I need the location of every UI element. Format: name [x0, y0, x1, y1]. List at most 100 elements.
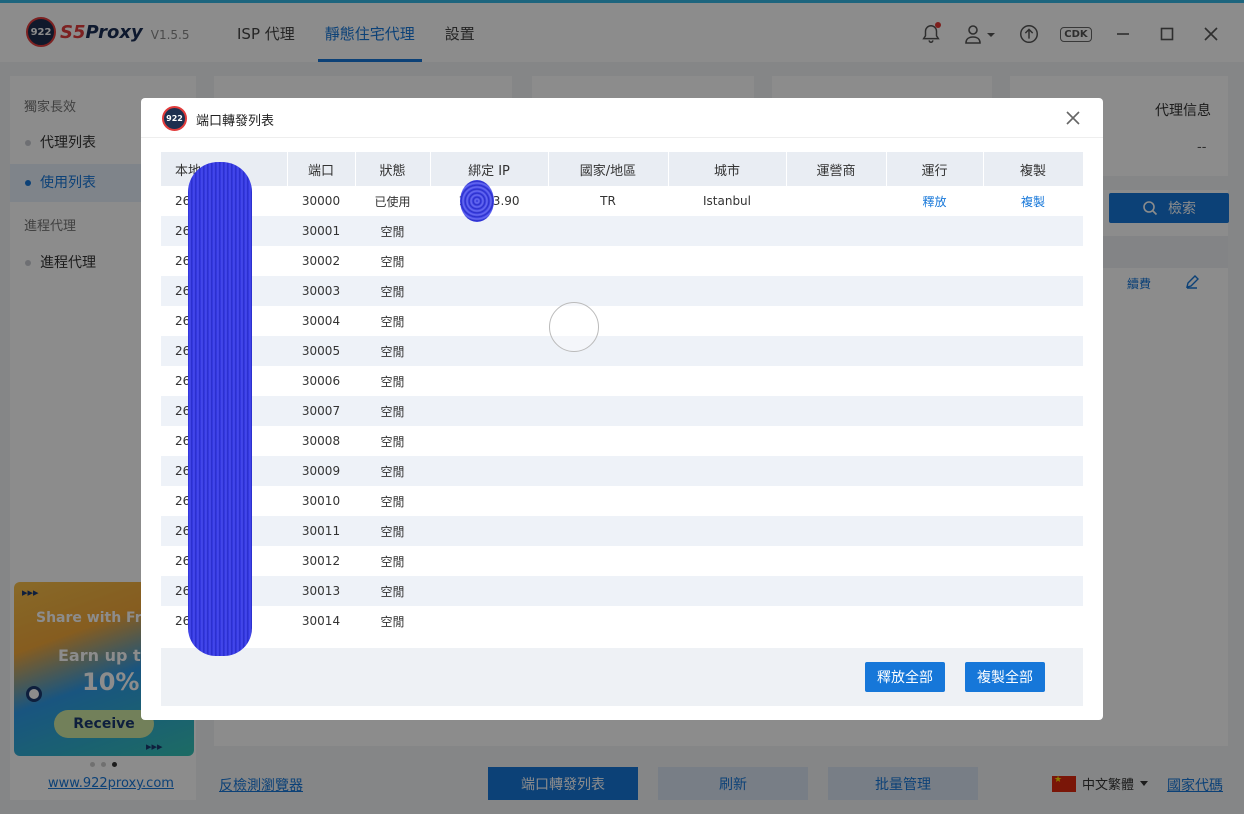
- table-row: 26 30011 空閒: [161, 516, 1083, 546]
- table-row: 26 30013 空閒: [161, 576, 1083, 606]
- cell-port-text: 30003: [301, 284, 341, 298]
- cell-port: 30014: [287, 606, 355, 636]
- table-row: 26.Static30000已使用15 183.90TRIstanbul釋放複製: [161, 186, 1083, 216]
- dialog-close-icon[interactable]: [1063, 108, 1083, 128]
- cell-action: [886, 246, 983, 276]
- cell-status-text: 空閒: [380, 224, 405, 239]
- cell-port-text: 30009: [301, 464, 341, 478]
- cell-city: [668, 456, 786, 486]
- cell-city: [668, 246, 786, 276]
- cell-country: [548, 246, 668, 276]
- cell-port: 30003: [287, 276, 355, 306]
- cell-port: 30013: [287, 576, 355, 606]
- cell-bound-ip: [430, 606, 548, 636]
- cell-country: [548, 516, 668, 546]
- cell-copy: [983, 276, 1083, 306]
- cell-isp: [786, 186, 886, 216]
- cell-status-text: 空閒: [380, 254, 405, 269]
- cell-status-text: 空閒: [380, 494, 405, 509]
- table-row: 26. 30002 空閒: [161, 246, 1083, 276]
- cell-copy: [983, 306, 1083, 336]
- cell-isp: [786, 306, 886, 336]
- cell-port-text: 30001: [301, 224, 341, 238]
- table-row: 26 30009 空閒: [161, 456, 1083, 486]
- port-forward-dialog: 922 端口轉發列表 本地 IP 端口 狀態 綁定 IP 國家/地區 城市 運營…: [141, 98, 1103, 720]
- table-row: 26. 30001 空閒: [161, 216, 1083, 246]
- cell-port-text: 30000: [301, 194, 341, 208]
- cell-action: [886, 606, 983, 636]
- cell-isp: [786, 366, 886, 396]
- cell-port-text: 30006: [301, 374, 341, 388]
- cell-country: [548, 576, 668, 606]
- col-port: 端口: [287, 152, 356, 186]
- cell-status-text: 空閒: [380, 614, 405, 629]
- cell-copy: [983, 576, 1083, 606]
- cell-status: 空閒: [355, 336, 430, 366]
- cell-city: [668, 216, 786, 246]
- cell-port: 30009: [287, 456, 355, 486]
- cell-bound-ip: [430, 426, 548, 456]
- loading-spinner: [549, 302, 599, 352]
- cell-bound-ip: [430, 246, 548, 276]
- cell-status-text: 空閒: [380, 284, 405, 299]
- col-status: 狀態: [355, 152, 431, 186]
- cell-port-text: 30014: [301, 614, 341, 628]
- copy-all-button[interactable]: 複製全部: [965, 662, 1045, 692]
- cell-port-text: 30002: [301, 254, 341, 268]
- cell-country: [548, 456, 668, 486]
- cell-bound-ip: [430, 546, 548, 576]
- release-all-button[interactable]: 釋放全部: [865, 662, 945, 692]
- cell-action: [886, 486, 983, 516]
- cell-port: 30012: [287, 546, 355, 576]
- cell-city: [668, 426, 786, 456]
- cell-status: 空閒: [355, 216, 430, 246]
- cell-status-text: 空閒: [380, 524, 405, 539]
- cell-isp: [786, 336, 886, 366]
- cell-port: 30006: [287, 366, 355, 396]
- redaction-mark: [460, 180, 494, 222]
- cell-action: [886, 516, 983, 546]
- cell-copy: 複製: [983, 186, 1083, 216]
- cell-status-text: 空閒: [380, 374, 405, 389]
- cell-isp: [786, 606, 886, 636]
- cell-status-text: 空閒: [380, 404, 405, 419]
- cell-copy: [983, 216, 1083, 246]
- port-table: 本地 IP 端口 狀態 綁定 IP 國家/地區 城市 運營商 運行 複製 26.…: [161, 152, 1084, 636]
- cell-status: 空閒: [355, 306, 430, 336]
- cell-city: [668, 306, 786, 336]
- cell-country: [548, 606, 668, 636]
- cell-port-text: 30010: [301, 494, 341, 508]
- cell-status: 空閒: [355, 366, 430, 396]
- table-row: 26 30004 空閒: [161, 306, 1083, 336]
- cell-status-text: 空閒: [380, 314, 405, 329]
- dialog-footer: 釋放全部 複製全部: [161, 648, 1083, 706]
- cell-action: [886, 306, 983, 336]
- cell-port-text: 30008: [301, 434, 341, 448]
- cell-country: [548, 276, 668, 306]
- cell-action: [886, 336, 983, 366]
- cell-action: [886, 396, 983, 426]
- cell-city: [668, 396, 786, 426]
- cell-port: 30000: [287, 186, 355, 216]
- cell-status: 空閒: [355, 486, 430, 516]
- cell-copy: [983, 606, 1083, 636]
- cell-status-text: 空閒: [380, 344, 405, 359]
- table-row: 26 30010 空閒: [161, 486, 1083, 516]
- cell-status-text: 空閒: [380, 554, 405, 569]
- table-header-row: 本地 IP 端口 狀態 綁定 IP 國家/地區 城市 運營商 運行 複製: [161, 152, 1084, 186]
- col-copy: 複製: [983, 152, 1084, 186]
- cell-port-text: 30005: [301, 344, 341, 358]
- cell-action: [886, 546, 983, 576]
- cell-status: 空閒: [355, 546, 430, 576]
- cell-copy-text[interactable]: 複製: [1021, 195, 1045, 209]
- cell-port-text: 30011: [301, 524, 341, 538]
- col-city: 城市: [668, 152, 787, 186]
- cell-status: 空閒: [355, 246, 430, 276]
- cell-city: [668, 576, 786, 606]
- cell-action-text[interactable]: 釋放: [922, 195, 946, 209]
- dialog-title: 端口轉發列表: [196, 114, 275, 129]
- cell-copy: [983, 396, 1083, 426]
- table-row: 26. 30006 空閒: [161, 366, 1083, 396]
- cell-port: 30001: [287, 216, 355, 246]
- table-row: 26. 30007 空閒: [161, 396, 1083, 426]
